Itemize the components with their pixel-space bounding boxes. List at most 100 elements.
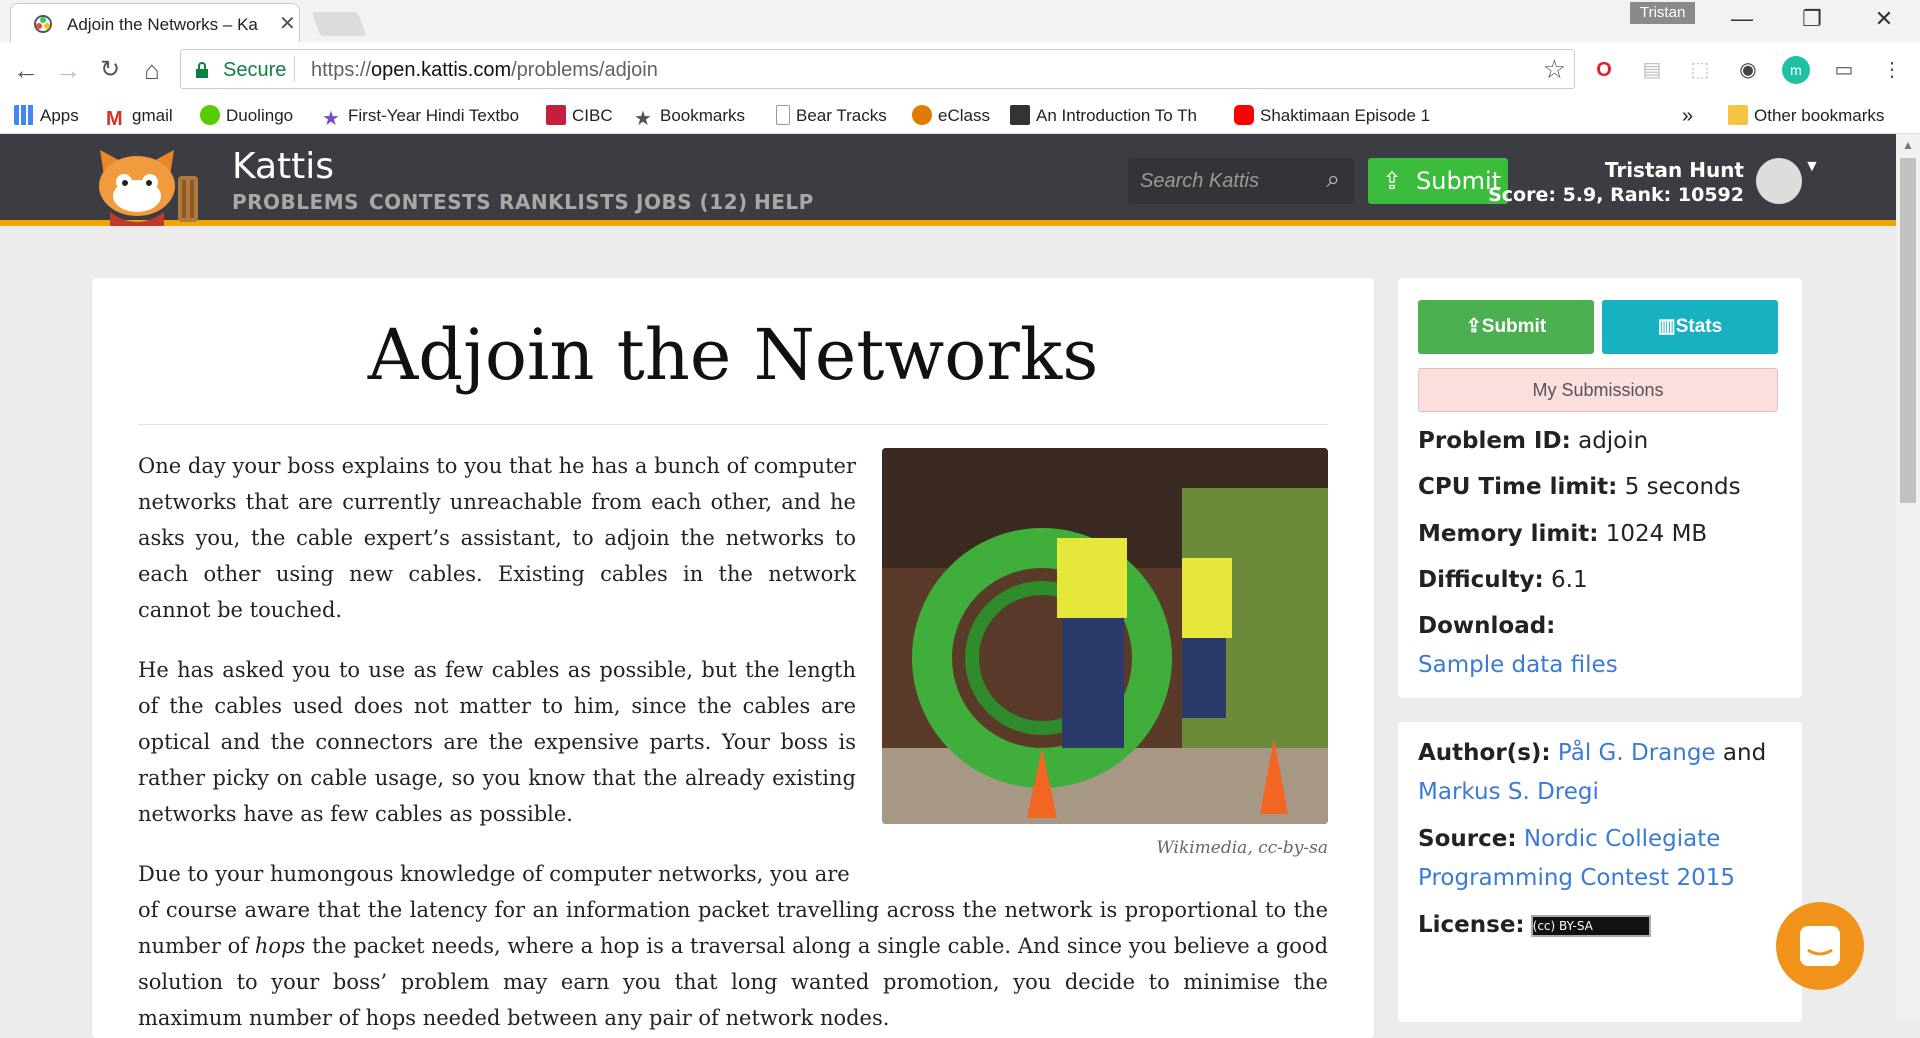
cpu-limit-row: CPU Time limit: 5 seconds [1418,474,1741,500]
sample-data-link[interactable]: Sample data files [1418,652,1618,678]
tab-close-icon[interactable]: ✕ [279,11,296,36]
cibc-icon [546,105,566,125]
image-caption: Wikimedia, cc-by-sa [1156,838,1328,858]
nav-help[interactable]: HELP [754,190,814,214]
memory-limit-row: Memory limit: 1024 MB [1418,521,1708,547]
kattis-header: Kattis PROBLEMS CONTESTS RANKLISTS JOBS … [0,134,1896,226]
scrollbar-thumb[interactable] [1900,158,1916,503]
kattis-favicon-icon [34,15,52,33]
nav-problems[interactable]: PROBLEMS [232,190,359,214]
bookmarks-bar: Apps Mgmail Duolingo ★ First-Year Hindi T… [0,98,1920,134]
user-info[interactable]: Tristan Hunt Score: 5.9, Rank: 10592 [1488,158,1744,206]
bookmark-cibc[interactable]: CIBC [546,104,613,128]
chat-icon [1800,926,1840,966]
problem-meta-card: Author(s): Pål G. Drange and Markus S. D… [1398,722,1802,1022]
menu-icon[interactable]: ⋮ [1878,56,1906,84]
bookmark-bear-tracks[interactable]: Bear Tracks [776,104,887,128]
pdf-icon[interactable]: ⬚ [1686,56,1714,84]
search-input[interactable]: Search Kattis ⌕ [1128,158,1354,204]
download-label: Download: [1418,613,1556,639]
nav-contests[interactable]: CONTESTS [369,190,491,214]
user-name: Tristan Hunt [1604,158,1744,182]
nav-jobs[interactable]: JOBS (12) [636,190,748,214]
mendeley-icon[interactable]: m [1782,56,1810,84]
cc-by-sa-badge[interactable]: (cc) BY-SA [1530,914,1651,937]
star-icon: ★ [634,108,652,130]
header-submit-button[interactable]: ⇪ Submit [1368,158,1508,204]
submit-button[interactable]: ⇪Submit [1418,300,1594,354]
paragraph-2: He has asked you to use as few cables as… [138,658,856,826]
page-scrollbar[interactable]: ▲ [1896,134,1920,1020]
search-placeholder: Search Kattis [1140,170,1259,192]
cable-workers-image [882,448,1328,824]
duolingo-icon [200,105,220,125]
bookmark-shaktimaan[interactable]: Shaktimaan Episode 1 [1234,104,1440,128]
bookmark-gmail[interactable]: Mgmail [106,104,173,130]
chat-widget-button[interactable] [1776,902,1864,990]
back-icon[interactable]: ← [8,52,44,88]
bookmark-duolingo[interactable]: Duolingo [200,104,293,128]
tab-strip: Adjoin the Networks – Ka ✕ Tristan — ❐ ✕ [0,0,1920,42]
site-brand[interactable]: Kattis [232,146,334,187]
opera-icon[interactable]: O [1590,56,1618,84]
close-window-icon[interactable]: ✕ [1864,6,1904,32]
source-link[interactable]: Nordic Collegiate [1524,826,1721,852]
bookmark-eclass[interactable]: eClass [912,104,990,128]
page-title: Adjoin the Networks [367,314,1099,396]
extension-icon[interactable]: ▤ [1638,56,1666,84]
user-score: Score: 5.9, Rank: 10592 [1488,184,1744,206]
minimize-icon[interactable]: — [1722,6,1762,32]
difficulty-row: Difficulty: 6.1 [1418,567,1588,593]
browser-toolbar: ← → ↻ ⌂ Secure https://open.kattis.com/p… [0,42,1920,98]
gmail-icon: M [106,108,123,130]
bookmark-hindi[interactable]: ★ First-Year Hindi Textbo [322,104,528,128]
problem-statement: Adjoin the Networks One day your boss ex… [92,278,1374,1038]
lightbulb-icon[interactable]: ◉ [1734,56,1762,84]
search-icon[interactable]: ⌕ [1327,166,1340,194]
problem-id-row: Problem ID: adjoin [1418,428,1649,454]
star-icon: ★ [322,108,340,128]
profile-badge[interactable]: Tristan [1630,2,1696,24]
scroll-up-icon[interactable]: ▲ [1902,138,1914,152]
paragraph-3-rest: of course aware that the latency for an … [138,898,1329,1030]
cast-icon[interactable]: ▭ [1830,56,1858,84]
new-tab-button[interactable] [311,12,367,36]
nav-ranklists[interactable]: RANKLISTS [499,190,629,214]
divider [138,424,1328,425]
restore-icon[interactable]: ❐ [1792,6,1832,32]
paragraph-3-start: Due to your humongous knowledge of compu… [138,862,850,886]
address-bar[interactable]: Secure https://open.kattis.com/problems/… [180,49,1575,89]
folder-icon [1728,105,1748,125]
author-link[interactable]: Pål G. Drange [1558,740,1716,766]
url-text[interactable]: https://open.kattis.com/problems/adjoin [311,59,658,82]
bookmark-introduction[interactable]: An Introduction To Th [1010,104,1212,128]
sql-icon [1010,105,1030,125]
home-icon[interactable]: ⌂ [134,52,170,88]
my-submissions-button[interactable]: My Submissions [1418,368,1778,412]
apps-grid-icon [14,105,34,125]
author-link[interactable]: Markus S. Dregi [1418,779,1599,805]
reload-icon[interactable]: ↻ [92,52,128,88]
license-row: License: (cc) BY-SA [1418,912,1651,938]
browser-tab[interactable]: Adjoin the Networks – Ka ✕ [10,3,300,42]
avatar[interactable] [1756,158,1802,204]
bookmark-apps[interactable]: Apps [14,104,79,128]
bookmark-star-icon[interactable]: ☆ [1543,54,1566,85]
upload-icon: ⇪ [1382,167,1403,195]
kattis-logo-icon[interactable] [92,146,212,226]
source-row: Source: Nordic Collegiate [1418,826,1721,852]
source-link[interactable]: Programming Contest 2015 [1418,865,1735,891]
browser-chrome: Adjoin the Networks – Ka ✕ Tristan — ❐ ✕… [0,0,1920,134]
problem-info-card: ⇪Submit ▥Stats My Submissions Problem ID… [1398,278,1802,698]
bookmarks-overflow-icon[interactable]: » [1682,104,1693,128]
stats-button[interactable]: ▥Stats [1602,300,1778,354]
other-bookmarks[interactable]: Other bookmarks [1728,104,1884,128]
chevron-down-icon[interactable]: ▼ [1804,158,1820,176]
paragraph-1: One day your boss explains to you that h… [138,454,856,622]
youtube-icon [1234,105,1254,125]
divider [294,56,295,82]
forward-icon[interactable]: → [50,52,86,88]
eclass-icon [912,105,932,125]
bookmark-bookmarks[interactable]: ★ Bookmarks [634,104,745,130]
authors-row: Author(s): Pål G. Drange and [1418,740,1767,766]
